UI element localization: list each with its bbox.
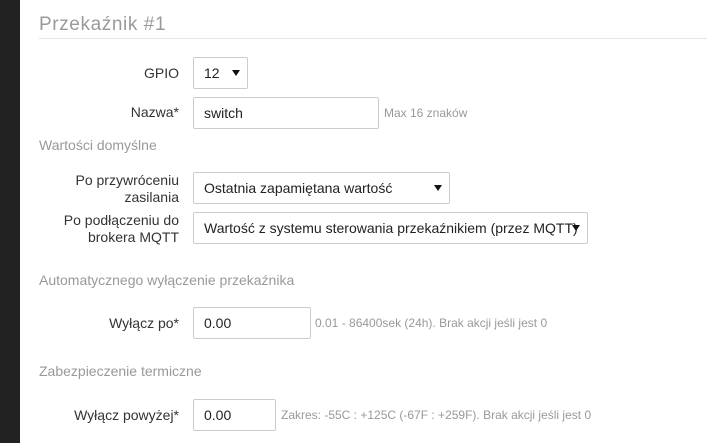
auto-off-label: Wyłącz po*	[109, 315, 179, 331]
name-label: Nazwa*	[130, 104, 179, 120]
name-input[interactable]	[193, 97, 379, 129]
gpio-select-value: 12	[204, 65, 220, 81]
title-divider	[39, 38, 707, 39]
sidebar-strip	[0, 0, 20, 443]
power-restore-select[interactable]: Ostatnia zapamiętana wartość	[193, 172, 450, 204]
power-restore-label: Po przywróceniu zasilania	[40, 172, 180, 206]
gpio-label: GPIO	[143, 65, 179, 81]
auto-off-input[interactable]	[193, 307, 311, 339]
mqtt-connect-label-line2: brokera MQTT	[87, 229, 179, 245]
power-restore-select-value: Ostatnia zapamiętana wartość	[204, 180, 393, 196]
defaults-heading: Wartości domyślne	[39, 137, 157, 153]
caret-down-icon	[434, 185, 442, 191]
page-title: Przekaźnik #1	[39, 14, 167, 35]
mqtt-connect-label: Po podłączeniu do brokera MQTT	[40, 212, 179, 246]
caret-down-icon	[572, 225, 580, 231]
caret-down-icon	[232, 70, 240, 76]
mqtt-connect-select[interactable]: Wartość z systemu sterowania przekaźniki…	[193, 212, 588, 244]
thermal-input[interactable]	[193, 399, 276, 431]
auto-off-hint: 0.01 - 86400sek (24h). Brak akcji jeśli …	[315, 316, 548, 330]
name-hint: Max 16 znaków	[384, 106, 468, 120]
thermal-label: Wyłącz powyżej*	[74, 407, 179, 423]
mqtt-connect-select-value: Wartość z systemu sterowania przekaźniki…	[204, 220, 578, 236]
power-restore-label-line2: zasilania	[124, 189, 179, 205]
mqtt-connect-label-line1: Po podłączeniu do	[63, 212, 179, 228]
power-restore-label-line1: Po przywróceniu	[75, 172, 180, 188]
auto-off-heading: Automatycznego wyłączenie przekaźnika	[39, 272, 295, 288]
thermal-heading: Zabezpieczenie termiczne	[39, 363, 202, 379]
gpio-select[interactable]: 12	[193, 57, 248, 89]
thermal-hint: Zakres: -55C : +125C (-67F : +259F). Bra…	[281, 408, 592, 422]
